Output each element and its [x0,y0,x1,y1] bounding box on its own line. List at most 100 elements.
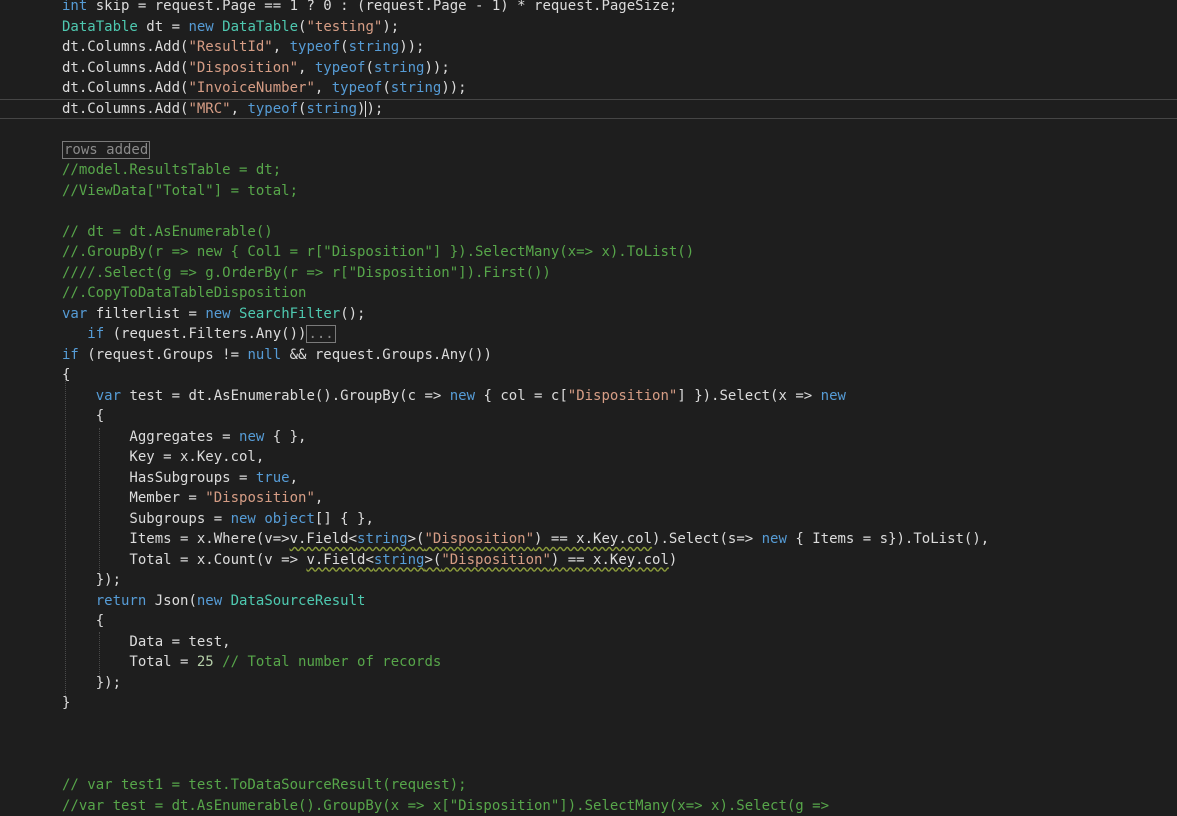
code-token: DataTable [222,18,299,35]
code-token: )); [399,39,425,55]
code-line[interactable]: Subgroups = new object[] { }, [0,509,1177,529]
code-line[interactable]: { [0,365,1177,385]
code-token: skip = request.Page == 1 ? 0 : (request.… [87,0,678,14]
code-line[interactable]: ////.Select(g => g.OrderBy(r => r["Dispo… [0,263,1177,283]
code-line[interactable]: if (request.Filters.Any())... [0,324,1177,344]
code-text: ////.Select(g => g.OrderBy(r => r["Dispo… [62,263,551,283]
code-line[interactable]: var test = dt.AsEnumerable().GroupBy(c =… [0,386,1177,406]
code-line[interactable]: DataTable dt = new DataTable("testing"); [0,17,1177,37]
code-text: } [62,693,70,713]
code-token: new [188,18,214,35]
code-token: }); [62,572,122,588]
code-text: // var test1 = test.ToDataSourceResult(r… [62,775,467,795]
code-line[interactable]: }); [0,570,1177,590]
code-token: ); [366,100,384,117]
code-token: new [449,387,476,404]
code-line[interactable]: HasSubgroups = true, [0,468,1177,488]
code-line[interactable] [0,734,1177,754]
code-line[interactable]: Items = x.Where(v=>v.Field<string>("Disp… [0,529,1177,549]
code-token: //.GroupBy(r => new { Col1 = r["Disposit… [62,244,695,260]
code-line[interactable]: //.CopyToDataTableDisposition [0,283,1177,303]
code-text: }); [62,570,121,590]
code-text: Subgroups = new object[] { }, [62,509,373,529]
code-line[interactable]: rows added [0,140,1177,160]
code-token: //model.ResultsTable = dt; [62,162,282,178]
warning-squiggle-token: ) == x.Key.col [550,551,669,568]
code-line[interactable]: Total = x.Count(v => v.Field<string>("Di… [0,550,1177,570]
code-line[interactable]: }); [0,673,1177,693]
code-token: Data = test, [62,633,231,650]
code-token: }); [62,674,122,691]
warning-squiggle-token: v.Field< [306,551,374,568]
code-text: int skip = request.Page == 1 ? 0 : (requ… [62,0,677,16]
code-token: { [62,367,71,383]
code-token: // var test1 = test.ToDataSourceResult(r… [62,777,467,793]
code-line[interactable]: Data = test, [0,632,1177,652]
warning-squiggle-token: string [357,531,408,547]
code-line[interactable]: int skip = request.Page == 1 ? 0 : (requ… [0,0,1177,16]
code-token: Aggregates = [62,428,240,445]
code-token: , [298,59,315,76]
code-line[interactable]: return Json(new DataSourceResult [0,591,1177,611]
code-token: ( [382,80,391,96]
code-token: typeof [314,59,366,76]
code-token: dt.Columns.Add( [62,80,189,96]
warning-squiggle-token: >( [424,551,442,568]
code-text: }); [62,673,121,693]
code-line[interactable]: Total = 25 // Total number of records [0,652,1177,672]
code-token: , [314,80,332,96]
code-text: dt.Columns.Add("MRC", typeof(string)); [62,99,383,119]
code-text: dt.Columns.Add("Disposition", typeof(str… [62,58,450,78]
code-token: Subgroups = [62,510,231,527]
code-line[interactable]: dt.Columns.Add("ResultId", typeof(string… [0,37,1177,57]
code-editor[interactable]: int skip = request.Page == 1 ? 0 : (requ… [0,0,1177,814]
code-token: 25 [196,654,214,670]
code-line[interactable]: //model.ResultsTable = dt; [0,160,1177,180]
code-token: filterlist = [87,305,206,322]
code-token: ( [365,59,374,76]
code-line[interactable]: // dt = dt.AsEnumerable() [0,222,1177,242]
code-token: // dt = dt.AsEnumerable() [62,223,273,240]
code-line[interactable] [0,714,1177,734]
collapsed-region[interactable]: rows added [62,140,151,159]
code-text: Items = x.Where(v=>v.Field<string>("Disp… [62,529,989,549]
code-token: ) [357,100,366,117]
code-line[interactable]: Key = x.Key.col, [0,447,1177,467]
code-line[interactable] [0,201,1177,221]
code-token: { [62,613,105,629]
code-line[interactable]: dt.Columns.Add("Disposition", typeof(str… [0,58,1177,78]
code-line[interactable]: { [0,406,1177,426]
code-line[interactable]: //ViewData["Total"] = total; [0,181,1177,201]
code-line[interactable]: } [0,693,1177,713]
code-token: , [289,469,299,486]
collapsed-region[interactable]: ... [306,325,336,343]
code-token: var [62,305,88,322]
code-line[interactable]: Aggregates = new { }, [0,427,1177,447]
code-line[interactable]: var filterlist = new SearchFilter(); [0,304,1177,324]
code-line[interactable]: Member = "Disposition", [0,488,1177,508]
code-line[interactable]: //var test = dt.AsEnumerable().GroupBy(x… [0,796,1177,816]
code-token: //ViewData["Total"] = total; [62,182,299,199]
code-line[interactable]: dt.Columns.Add("MRC", typeof(string)); [0,99,1177,119]
code-line[interactable] [0,119,1177,139]
code-text: Total = 25 // Total number of records [62,652,441,672]
code-token: ); [382,18,400,35]
code-text: Total = x.Count(v => v.Field<string>("Di… [62,550,677,570]
code-text: { [62,365,70,385]
code-text: Member = "Disposition", [62,488,323,508]
code-token: DataTable [62,18,138,35]
code-line[interactable]: // var test1 = test.ToDataSourceResult(r… [0,775,1177,795]
code-line[interactable]: //.GroupBy(r => new { Col1 = r["Disposit… [0,242,1177,262]
code-token: dt.Columns.Add( [62,59,189,76]
code-token: ) [668,551,678,568]
code-line[interactable]: if (request.Groups != null && request.Gr… [0,345,1177,365]
code-token: test = dt.AsEnumerable().GroupBy(c => [121,387,450,404]
code-token: Total = x.Count(v => [62,551,307,568]
code-token: null [247,346,282,363]
code-line[interactable]: { [0,611,1177,631]
code-line[interactable]: dt.Columns.Add("InvoiceNumber", typeof(s… [0,78,1177,98]
code-line[interactable] [0,755,1177,775]
